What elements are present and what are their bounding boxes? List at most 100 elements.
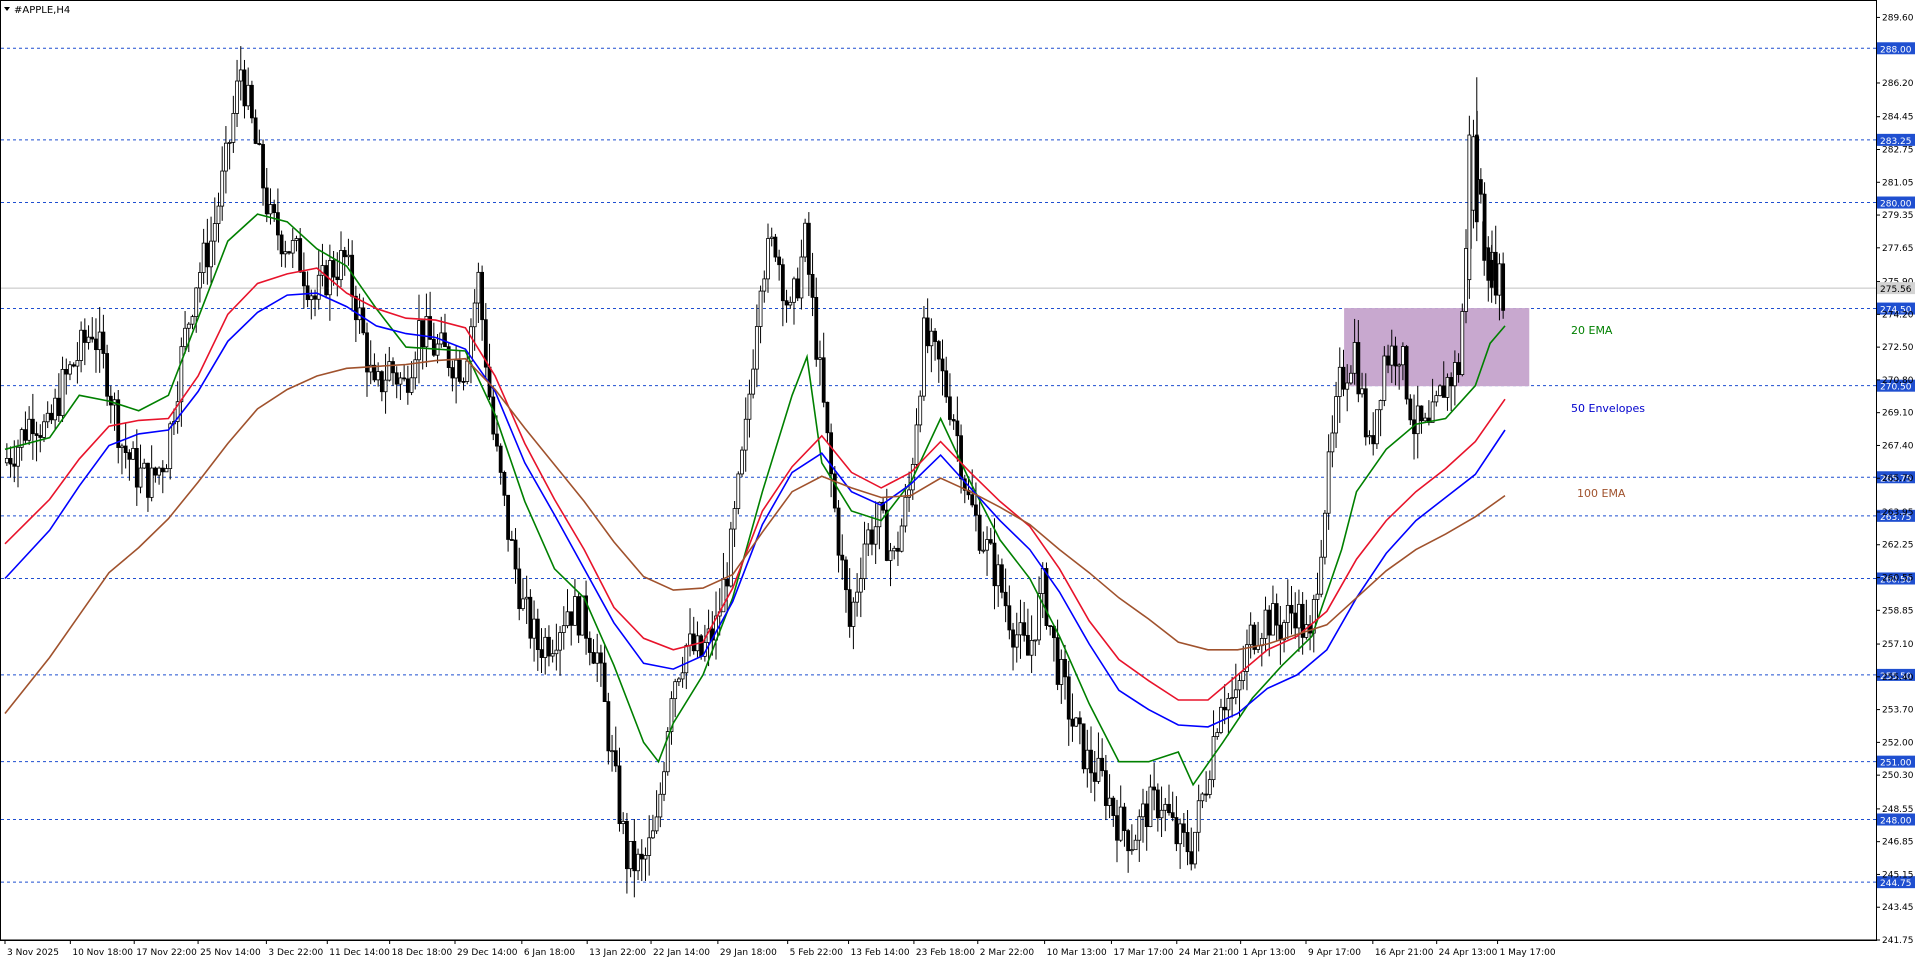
candle-body	[153, 467, 158, 476]
y-tick-label: 255.40	[1882, 673, 1914, 683]
chart-window: 288.00 283.25 280.00 274.50 270.50 265.75 263.…	[0, 0, 1916, 963]
candle-body	[610, 750, 614, 753]
candle-body	[1115, 815, 1119, 841]
y-tick-label: 263.95	[1882, 508, 1914, 518]
y-tick-label: 260.55	[1882, 574, 1914, 584]
candle-body	[1356, 342, 1361, 395]
y-tick-label: 272.50	[1882, 343, 1914, 353]
candle-body	[621, 820, 626, 825]
zone-rect	[1344, 308, 1530, 387]
x-tick-label: 3 Nov 2025	[7, 948, 59, 958]
candle-body	[1204, 793, 1209, 796]
candle-body	[543, 636, 548, 658]
candle-body	[379, 371, 384, 393]
candle-body	[873, 526, 878, 545]
candle-body	[68, 364, 72, 375]
plot-frame	[0, 0, 1877, 941]
candle-body	[49, 412, 54, 421]
candle-body	[268, 204, 273, 215]
x-tick-label: 16 Apr 21:00	[1375, 948, 1434, 958]
candle-body	[944, 370, 949, 398]
candle-body	[628, 840, 633, 870]
candle-body	[53, 397, 58, 421]
candle-body	[1419, 405, 1424, 422]
candle-body	[818, 357, 822, 360]
price-chart[interactable]: 288.00283.25280.00274.50270.50265.75263.…	[0, 0, 1916, 963]
candle-body	[840, 554, 845, 561]
candle-body	[264, 187, 269, 215]
candle-body	[71, 364, 76, 367]
candle-body	[1200, 793, 1205, 802]
candle-body	[1371, 435, 1376, 445]
candle-body	[1263, 609, 1268, 639]
candle-body	[342, 250, 347, 258]
candle-body	[353, 295, 358, 321]
candle-body	[1434, 395, 1439, 403]
candle-body	[231, 113, 236, 143]
x-tick-label: 24 Mar 21:00	[1179, 948, 1239, 958]
title-area[interactable]: #APPLE,H4	[4, 5, 70, 16]
candle-body	[1181, 823, 1186, 833]
candle-body	[754, 326, 759, 370]
candle-body	[803, 222, 808, 258]
candle-body	[996, 564, 1001, 587]
candle-body	[1297, 603, 1301, 629]
candle-body	[1193, 831, 1197, 865]
y-tick-label: 279.35	[1882, 211, 1914, 221]
x-tick-label: 10 Nov 18:00	[72, 948, 133, 958]
candle-body	[227, 141, 232, 144]
candle-body	[1178, 823, 1183, 845]
candle-body	[1397, 364, 1402, 367]
candle-body	[810, 274, 815, 298]
candle-body	[1415, 405, 1420, 435]
candle-body	[1441, 385, 1446, 398]
price-axis[interactable]: 288.00283.25280.00274.50270.50265.75263.…	[1876, 13, 1915, 946]
candle-body	[554, 649, 559, 655]
x-tick-label: 17 Mar 17:00	[1113, 948, 1173, 958]
candle-body	[888, 550, 893, 561]
candle-body	[186, 323, 191, 329]
y-tick-label: 267.40	[1882, 441, 1914, 451]
level-price-label: 288.00	[1880, 45, 1912, 55]
y-tick-label: 274.20	[1882, 310, 1914, 320]
candle-body	[1452, 362, 1457, 387]
candle-body	[335, 276, 340, 281]
candle-body	[257, 143, 262, 145]
candle-body	[1000, 564, 1004, 593]
candle-body	[365, 332, 369, 373]
candle-body	[1497, 263, 1502, 296]
candle-body	[1174, 817, 1179, 845]
candle-body	[1501, 263, 1506, 311]
candle-body	[1118, 806, 1123, 841]
candle-body	[346, 254, 351, 258]
candle-body	[899, 525, 904, 552]
candle-body	[821, 357, 826, 403]
candle-body	[836, 507, 841, 556]
candle-body	[743, 418, 748, 451]
candle-body	[977, 514, 982, 551]
candle-body	[1185, 832, 1190, 853]
candle-body	[1074, 717, 1079, 727]
candle-body	[676, 678, 681, 683]
candle-body	[565, 611, 570, 627]
time-axis[interactable]: 3 Nov 2025 10 Nov 18:00 17 Nov 22:00 25 Nov…	[1, 939, 1876, 958]
candle-body	[617, 765, 622, 825]
candle-body	[777, 256, 782, 266]
candle-body	[576, 596, 581, 636]
candle-body	[45, 412, 50, 423]
candle-body	[205, 242, 210, 268]
candle-body	[728, 528, 733, 587]
candle-body	[599, 652, 603, 664]
candle-body	[194, 287, 199, 318]
candle-body	[959, 435, 963, 480]
candle-body	[1081, 723, 1086, 770]
candle-body	[992, 542, 997, 587]
candle-body	[858, 578, 863, 593]
candle-body	[784, 300, 789, 306]
candle-body	[64, 368, 69, 375]
candle-body	[569, 611, 574, 626]
x-tick-label: 18 Dec 18:00	[392, 948, 453, 958]
candle-body	[951, 419, 956, 422]
candle-body	[1196, 800, 1201, 833]
candle-body	[1059, 658, 1064, 685]
